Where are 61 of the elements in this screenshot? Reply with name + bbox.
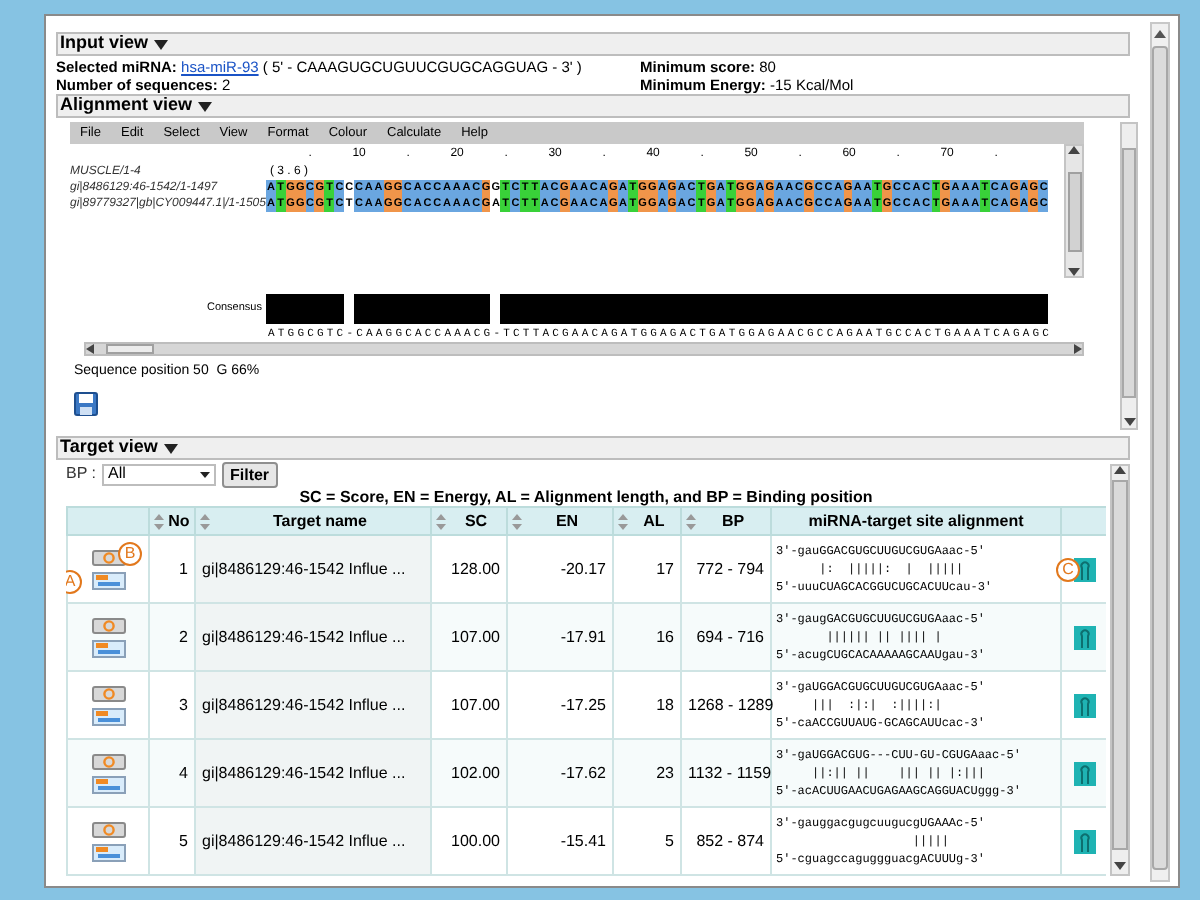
structure-icon[interactable] [91, 775, 125, 793]
report-icon[interactable] [91, 685, 125, 701]
column-header: miRNA-target site alignment [806, 509, 1026, 533]
scroll-down-icon[interactable] [1114, 862, 1126, 870]
scrollbar-thumb[interactable] [1067, 171, 1081, 251]
table-cell: gi|8486129:46-1542 Influe ... [195, 807, 431, 875]
bp-filter-label: BP : [66, 462, 96, 486]
table-cell: gi|8486129:46-1542 Influe ... [195, 739, 431, 807]
scrollbar-thumb[interactable] [1112, 480, 1128, 850]
scroll-up-icon[interactable] [1114, 466, 1126, 474]
caret-icon [163, 441, 178, 455]
callout-marker: B [118, 541, 142, 565]
section-header[interactable]: Target view [56, 436, 1130, 460]
table-cell: 5 [613, 807, 681, 875]
report-icon[interactable] [91, 753, 125, 769]
hairpin-icon[interactable] [1074, 693, 1096, 717]
table-cell: 852 - 874 [681, 807, 771, 875]
scroll-down-icon[interactable] [1068, 268, 1080, 276]
table-cell: gi|8486129:46-1542 Influe ... [195, 603, 431, 671]
structure-icon[interactable] [91, 707, 125, 725]
scrollbar-thumb[interactable] [1152, 46, 1168, 870]
bp-select[interactable]: All [101, 463, 216, 485]
table-scrollbar[interactable] [1110, 464, 1130, 876]
table-cell: gi|8486129:46-1542 Influe ... [195, 535, 431, 603]
hairpin-icon[interactable] [1074, 761, 1096, 785]
section-header[interactable]: Alignment view [56, 94, 1130, 118]
scroll-right-icon[interactable] [1074, 344, 1082, 354]
section-header[interactable]: Input view [56, 32, 1130, 56]
structure-icon[interactable] [91, 843, 125, 861]
alignment-panel-scrollbar[interactable] [1120, 122, 1138, 430]
table-cell: gi|8486129:46-1542 Influe ... [195, 671, 431, 739]
caret-icon [198, 99, 213, 113]
sort-icon[interactable] [686, 513, 696, 529]
save-icon[interactable] [74, 391, 98, 415]
caret-icon [154, 37, 169, 51]
alignment-horizontal-scrollbar[interactable] [84, 342, 1084, 356]
scroll-left-icon[interactable] [86, 344, 94, 354]
table-cell: 100.00 [431, 807, 507, 875]
callout-marker: C [1056, 557, 1080, 581]
dropdown-caret-icon [199, 471, 210, 477]
report-icon[interactable] [91, 617, 125, 633]
filter-button[interactable]: Filter [221, 461, 278, 487]
hairpin-icon[interactable] [1074, 625, 1096, 649]
table-cell: -15.41 [507, 807, 613, 875]
scroll-up-icon[interactable] [1154, 30, 1166, 38]
alignment-vertical-scrollbar[interactable] [1064, 144, 1084, 278]
sort-icon[interactable] [618, 513, 628, 529]
scrollbar-thumb[interactable] [106, 344, 154, 354]
sort-icon[interactable] [436, 513, 446, 529]
report-icon[interactable] [91, 821, 125, 837]
page-scrollbar[interactable] [1150, 22, 1170, 882]
sort-icon[interactable] [512, 513, 522, 529]
report-icon[interactable] [91, 549, 125, 565]
legend-text: SC = Score, EN = Energy, AL = Alignment length, and BP = Binding position [297, 488, 875, 506]
structure-icon[interactable] [91, 639, 125, 657]
structure-icon[interactable] [91, 571, 125, 589]
sort-icon[interactable] [154, 513, 164, 529]
scrollbar-thumb[interactable] [1122, 148, 1136, 398]
scroll-down-icon[interactable] [1123, 418, 1135, 426]
sort-icon[interactable] [200, 513, 210, 529]
hairpin-icon[interactable] [1074, 829, 1096, 853]
